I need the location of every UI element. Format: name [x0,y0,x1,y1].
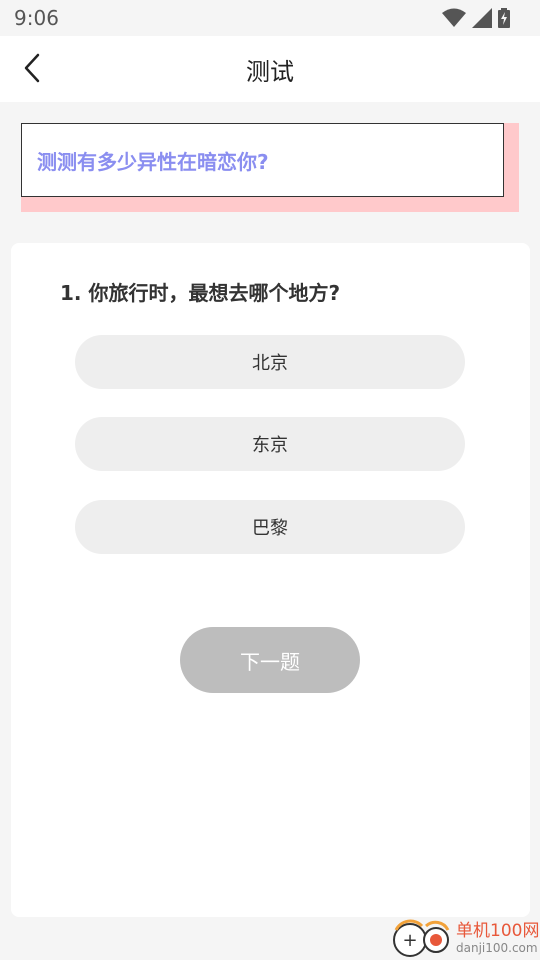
option-label: 巴黎 [252,518,288,539]
watermark-subtitle: danji100.com [456,941,538,955]
battery-charging-icon [498,8,510,28]
option-button-1[interactable]: 北京 [75,335,465,389]
wifi-icon [442,8,466,27]
option-label: 北京 [252,353,288,374]
status-bar: 9:06 [0,0,540,36]
header: 测试 [0,36,540,102]
status-icons [442,8,510,28]
page-title: 测试 [246,58,294,86]
svg-text:+: + [402,930,417,951]
banner-title: 测测有多少异性在暗恋你? [37,149,269,174]
option-label: 东京 [252,435,288,456]
next-question-label: 下一题 [240,649,300,674]
question-card: 1. 你旅行时，最想去哪个地方? 北京 东京 巴黎 下一题 [11,243,530,917]
quiz-banner: 测测有多少异性在暗恋你? [21,123,504,197]
option-button-3[interactable]: 巴黎 [75,500,465,554]
next-question-button[interactable]: 下一题 [180,627,360,693]
option-button-2[interactable]: 东京 [75,417,465,471]
watermark: + 单机100网 danji100.com [392,916,540,960]
watermark-title: 单机100网 [456,921,540,941]
status-time: 9:06 [14,6,59,30]
signal-icon [472,8,492,28]
watermark-logo-icon: + [393,919,450,957]
question-text: 1. 你旅行时，最想去哪个地方? [60,281,341,305]
